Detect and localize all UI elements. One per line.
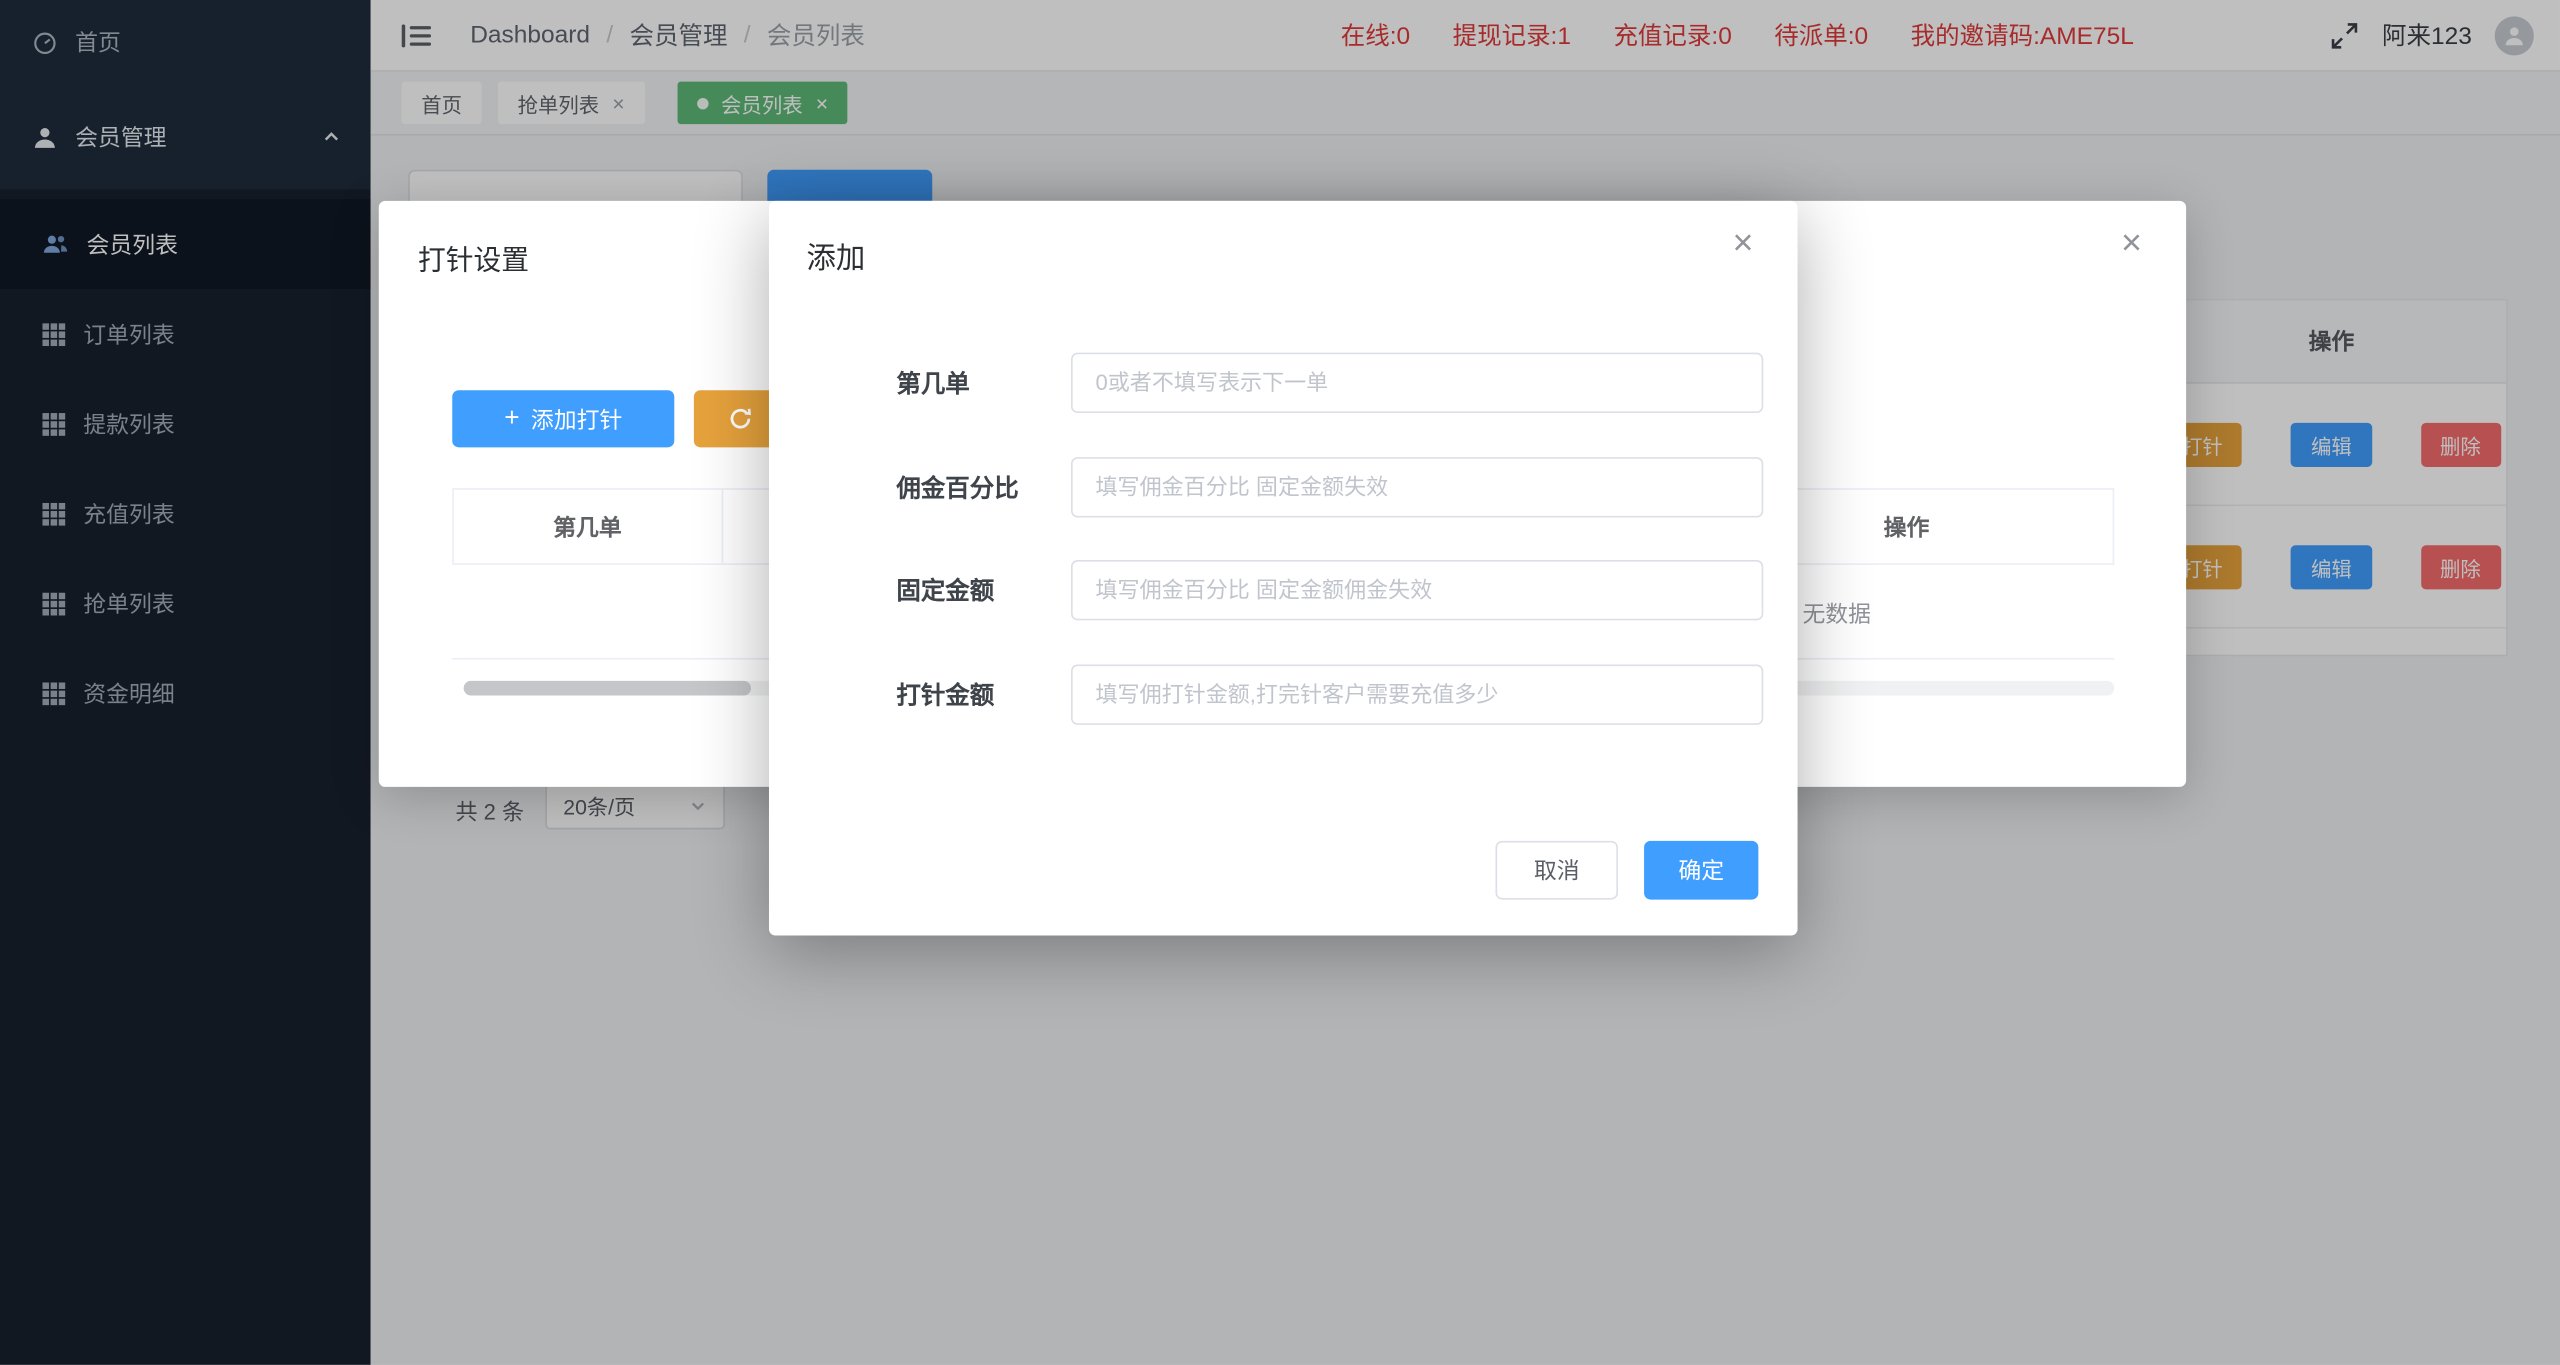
- confirm-button[interactable]: 确定: [1644, 841, 1758, 900]
- close-icon[interactable]: ×: [1723, 224, 1764, 263]
- form-row-commission-percent: 佣金百分比: [769, 457, 1798, 517]
- field-label: 打针金额: [896, 664, 994, 724]
- order-number-input[interactable]: [1071, 353, 1763, 413]
- cancel-button[interactable]: 取消: [1496, 841, 1618, 900]
- modal-title: 添加: [807, 235, 866, 277]
- fixed-amount-input[interactable]: [1071, 560, 1763, 620]
- plus-icon: +: [504, 406, 519, 432]
- close-icon[interactable]: ×: [2111, 224, 2152, 263]
- refresh-icon: [727, 407, 751, 431]
- field-label: 第几单: [896, 353, 969, 413]
- form-row-injection-amount: 打针金额: [769, 664, 1798, 724]
- add-injection-button[interactable]: + 添加打针: [452, 390, 674, 447]
- commission-percent-input[interactable]: [1071, 457, 1763, 517]
- field-label: 固定金额: [896, 560, 994, 620]
- app-window: 首页 会员管理: [0, 0, 2560, 1365]
- empty-data-text: 无数据: [1802, 598, 1871, 631]
- scrollbar-thumb[interactable]: [464, 681, 751, 696]
- form-row-fixed-amount: 固定金额: [769, 560, 1798, 620]
- add-injection-label: 添加打针: [531, 402, 622, 435]
- column-header-order-number: 第几单: [454, 490, 723, 563]
- form-row-order-number: 第几单: [769, 353, 1798, 413]
- add-modal: 添加 × 第几单 佣金百分比 固定金额 打针金额 取消 确定: [769, 201, 1798, 936]
- injection-amount-input[interactable]: [1071, 664, 1763, 724]
- field-label: 佣金百分比: [896, 457, 1018, 517]
- modal-title: 打针设置: [418, 237, 529, 278]
